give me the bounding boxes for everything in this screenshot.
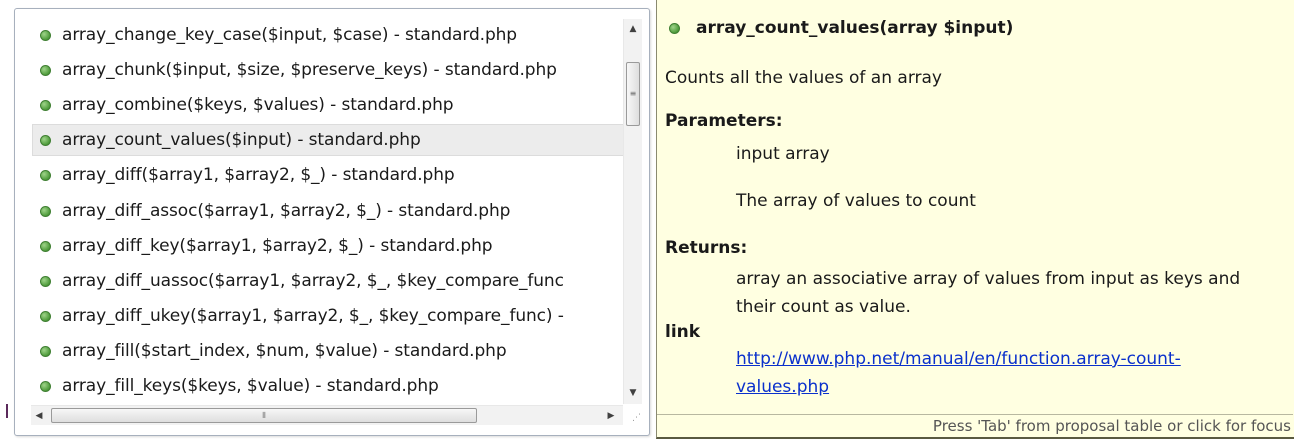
public-method-icon [40, 29, 51, 41]
grip-icon: ≡ [629, 89, 637, 98]
proposal-label: array_fill($start_index, $num, $value) -… [62, 341, 507, 361]
proposal-label: array_diff_ukey($array1, $array2, $_, $k… [62, 306, 564, 326]
horizontal-scroll-thumb[interactable]: ⦀ [51, 408, 477, 423]
proposal-label: array_change_key_case($input, $case) - s… [62, 25, 517, 45]
link-heading: link [665, 322, 701, 342]
editor-caret-mark [6, 404, 8, 418]
doc-title-row: array_count_values(array $input) [669, 18, 1013, 38]
scroll-up-arrow-icon[interactable]: ▲ [624, 19, 642, 39]
vertical-scrollbar[interactable]: ▲ ≡ ▼ [623, 19, 642, 404]
proposal-label: array_chunk($input, $size, $preserve_key… [62, 60, 557, 80]
grip-icon: ⦀ [262, 410, 266, 420]
public-method-icon [40, 345, 51, 357]
returns-line-1: array an associative array of values fro… [736, 269, 1241, 289]
public-method-icon [40, 169, 51, 181]
documentation-panel[interactable]: array_count_values(array $input) Counts … [656, 0, 1294, 439]
doc-link-line-2[interactable]: values.php [736, 377, 829, 397]
proposal-row-selected[interactable]: array_count_values($input) - standard.ph… [32, 124, 624, 156]
public-method-icon [40, 310, 51, 322]
public-method-icon [40, 380, 51, 392]
param-name: input array [736, 144, 830, 164]
scroll-left-arrow-icon[interactable]: ◀ [31, 406, 47, 425]
proposal-row[interactable]: array_chunk($input, $size, $preserve_key… [33, 54, 623, 86]
doc-summary: Counts all the values of an array [665, 68, 942, 88]
proposal-label: array_diff($array1, $array2, $_) - stand… [62, 165, 455, 185]
proposal-row[interactable]: array_change_key_case($input, $case) - s… [33, 19, 623, 51]
status-hint: Press 'Tab' from proposal table or click… [657, 414, 1293, 437]
proposal-row[interactable]: array_diff_uassoc($array1, $array2, $_, … [33, 265, 623, 297]
proposal-row[interactable]: array_diff_key($array1, $array2, $_) - s… [33, 230, 623, 262]
proposal-list[interactable]: array_change_key_case($input, $case) - s… [31, 19, 627, 405]
proposal-label: array_diff_key($array1, $array2, $_) - s… [62, 236, 493, 256]
public-method-icon [40, 205, 51, 217]
proposal-row[interactable]: array_diff_assoc($array1, $array2, $_) -… [33, 195, 623, 227]
scroll-down-arrow-icon[interactable]: ▼ [624, 383, 642, 403]
parameters-heading: Parameters: [665, 111, 783, 131]
proposal-row[interactable]: array_diff($array1, $array2, $_) - stand… [33, 159, 623, 191]
scroll-right-arrow-icon[interactable]: ▶ [603, 406, 619, 425]
public-method-icon [40, 64, 51, 76]
proposal-label: array_count_values($input) - standard.ph… [62, 130, 421, 150]
proposal-label: array_fill_keys($keys, $value) - standar… [62, 376, 439, 396]
proposal-label: array_diff_assoc($array1, $array2, $_) -… [62, 201, 511, 221]
proposal-row[interactable]: array_fill_keys($keys, $value) - standar… [33, 370, 623, 402]
horizontal-scrollbar[interactable]: ◀ ⦀ ▶ [31, 405, 623, 425]
proposal-label: array_combine($keys, $values) - standard… [62, 95, 454, 115]
public-method-icon [669, 22, 680, 34]
content-assist-popup: array_change_key_case($input, $case) - s… [14, 8, 650, 436]
doc-link-line-1[interactable]: http://www.php.net/manual/en/function.ar… [736, 349, 1181, 369]
proposal-row[interactable]: array_combine($keys, $values) - standard… [33, 89, 623, 121]
returns-heading: Returns: [665, 238, 748, 258]
public-method-icon [40, 240, 51, 252]
vertical-scroll-thumb[interactable]: ≡ [626, 62, 640, 126]
public-method-icon [40, 275, 51, 287]
proposal-row[interactable]: array_diff_ukey($array1, $array2, $_, $k… [33, 300, 623, 332]
param-description: The array of values to count [736, 191, 976, 211]
proposal-label: array_diff_uassoc($array1, $array2, $_, … [62, 271, 564, 291]
public-method-icon [40, 134, 51, 146]
proposal-row[interactable]: array_fill($start_index, $num, $value) -… [33, 335, 623, 367]
editor-edge [0, 0, 14, 439]
public-method-icon [40, 99, 51, 111]
resize-grip-icon[interactable]: ⋰ [627, 409, 641, 423]
doc-title: array_count_values(array $input) [696, 18, 1014, 38]
returns-line-2: their count as value. [736, 297, 911, 317]
